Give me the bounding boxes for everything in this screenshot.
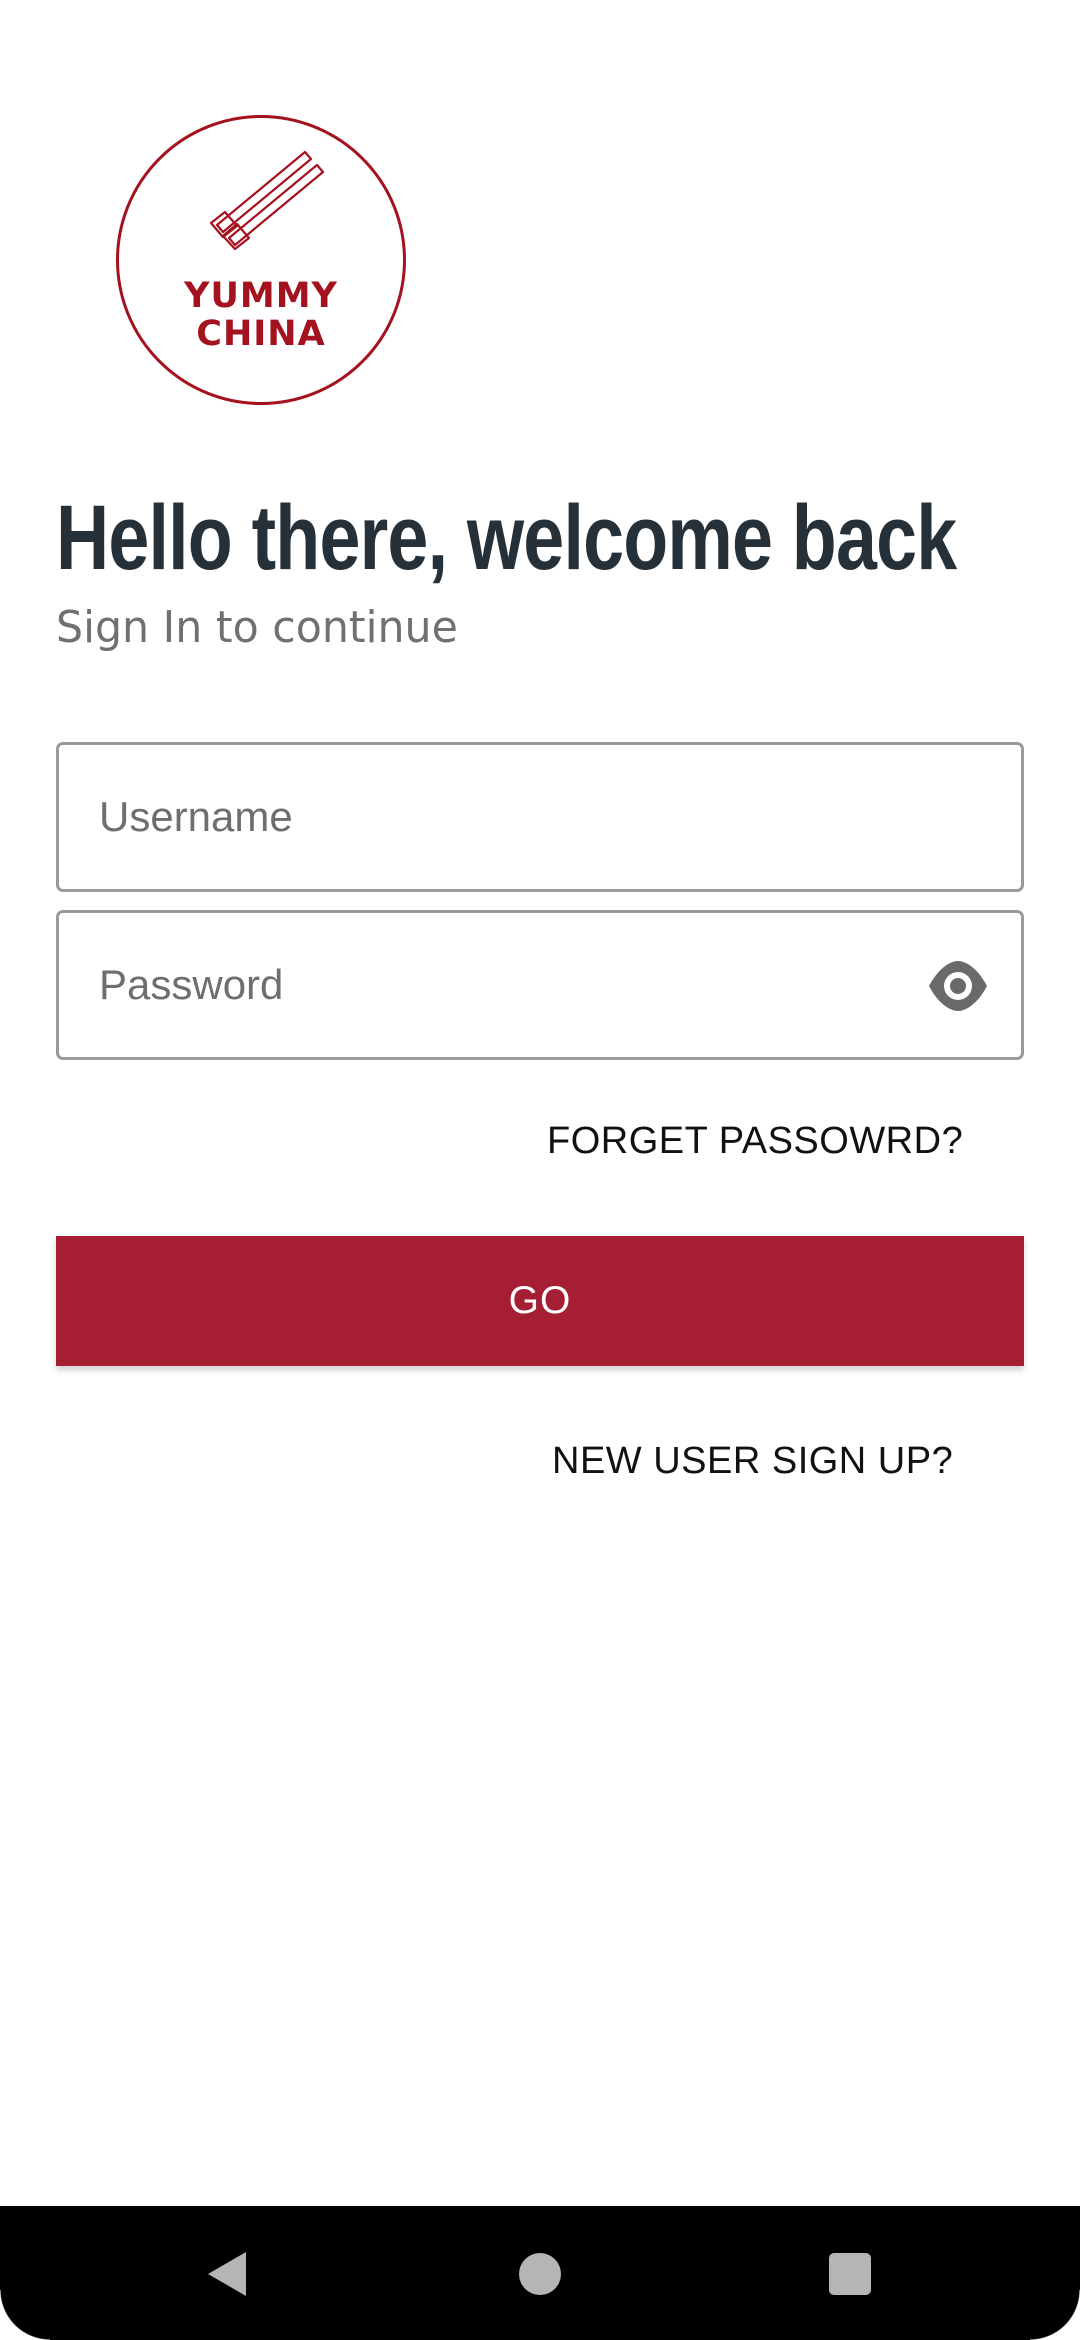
- welcome-title: Hello there, welcome back: [56, 487, 957, 589]
- welcome-subtitle: Sign In to continue: [56, 602, 458, 653]
- home-circle-icon[interactable]: [519, 2253, 561, 2295]
- system-navigation-bar: [0, 2206, 1080, 2340]
- navbar-corner-left: [0, 2290, 50, 2340]
- password-field[interactable]: [56, 910, 1024, 1060]
- logo-text-line-1: YUMMY: [184, 276, 338, 316]
- username-field[interactable]: [56, 742, 1024, 892]
- recents-square-icon[interactable]: [829, 2253, 871, 2295]
- go-button[interactable]: GO: [56, 1236, 1024, 1366]
- forgot-password-link[interactable]: FORGET PASSOWRD?: [547, 1120, 963, 1163]
- eye-icon[interactable]: [927, 957, 989, 1015]
- sign-up-link[interactable]: NEW USER SIGN UP?: [552, 1440, 953, 1483]
- chopsticks-icon: [209, 150, 325, 251]
- logo-text-line-2: CHINA: [196, 314, 326, 354]
- navbar-corner-right: [1030, 2290, 1080, 2340]
- username-input[interactable]: [99, 745, 919, 889]
- app-logo: YUMMY CHINA: [116, 115, 406, 405]
- back-triangle-icon[interactable]: [208, 2252, 246, 2296]
- password-input[interactable]: [99, 913, 919, 1057]
